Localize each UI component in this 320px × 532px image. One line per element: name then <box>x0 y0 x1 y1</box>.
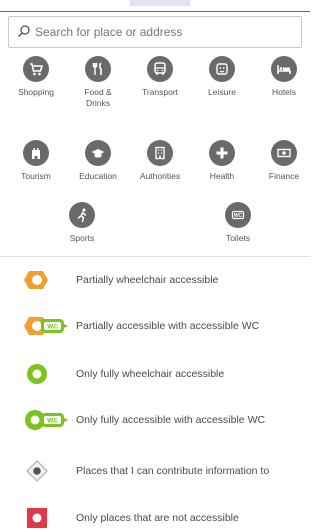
runner-icon-circle <box>69 202 95 228</box>
castle-icon <box>32 148 40 159</box>
bus-icon <box>154 62 166 75</box>
building-icon-circle <box>147 140 173 166</box>
category-sports[interactable]: Sports <box>51 202 113 244</box>
category-label: Shopping <box>18 87 54 97</box>
top-bar <box>0 0 310 12</box>
shopping-cart-icon <box>30 63 44 76</box>
category-label: Food & Drinks <box>84 87 112 108</box>
cutlery-icon-circle <box>85 56 111 82</box>
category-hotels[interactable]: Hotels <box>253 56 315 98</box>
bus-icon-circle <box>147 56 173 82</box>
category-label: Hotels <box>271 87 297 97</box>
top-strip <box>130 0 190 6</box>
filter-label: Partially accessible with accessible WC <box>76 319 260 332</box>
category-label: Tourism <box>21 171 51 181</box>
category-food-drinks[interactable]: Food & Drinks <box>67 56 129 109</box>
category-label: Sports <box>69 233 95 243</box>
svg-text:WC: WC <box>234 213 243 219</box>
search-box[interactable] <box>8 16 302 48</box>
theater-icon-circle <box>209 56 235 82</box>
partial-marker-icon <box>24 271 48 289</box>
search-input[interactable] <box>35 25 275 39</box>
top-accent-line <box>0 11 310 12</box>
filter-fully-accessible[interactable]: Only fully wheelchair accessible <box>0 362 310 386</box>
filter-label: Only fully accessible with accessible WC <box>76 413 266 426</box>
category-label: Health <box>209 171 235 181</box>
full-wc-marker-icon: WC <box>25 410 68 430</box>
filter-label: Places that I can contribute information… <box>76 464 270 477</box>
unknown-marker-icon <box>26 460 48 482</box>
category-label: Authorities <box>139 171 181 181</box>
cutlery-icon <box>92 62 102 75</box>
category-label: Finance <box>268 171 300 181</box>
divider <box>0 256 310 257</box>
filter-label: Only fully wheelchair accessible <box>76 367 225 380</box>
category-label: Leisure <box>208 87 236 97</box>
plus-icon-circle <box>209 140 235 166</box>
building-icon <box>155 146 165 160</box>
bed-icon <box>277 65 291 74</box>
filter-label: Partially wheelchair accessible <box>76 273 219 286</box>
wc-icon: WC <box>231 210 245 220</box>
category-toilets[interactable]: WC Toilets <box>207 202 269 244</box>
partial-wc-marker-icon: WC <box>24 317 68 335</box>
not-accessible-marker-icon <box>27 508 47 528</box>
plus-icon <box>216 147 228 159</box>
bed-icon-circle <box>271 56 297 82</box>
graduation-cap-icon <box>91 149 105 158</box>
wc-icon-circle: WC <box>225 202 251 228</box>
category-label: Education <box>79 171 117 181</box>
category-label: Transport <box>141 87 179 97</box>
banknote-icon-circle <box>271 140 297 166</box>
svg-text:WC: WC <box>47 324 58 331</box>
shopping-cart-icon-circle <box>23 56 49 82</box>
category-finance[interactable]: Finance <box>253 140 315 182</box>
graduation-cap-icon-circle <box>85 140 111 166</box>
filter-not-accessible[interactable]: Only places that are not accessible <box>0 506 310 530</box>
category-transport[interactable]: Transport <box>129 56 191 98</box>
runner-icon <box>77 208 87 223</box>
filter-label: Only places that are not accessible <box>76 511 239 524</box>
category-education[interactable]: Education <box>67 140 129 182</box>
category-tourism[interactable]: Tourism <box>5 140 67 182</box>
category-leisure[interactable]: Leisure <box>191 56 253 98</box>
filter-fully-accessible-wc[interactable]: WC Only fully accessible with accessible… <box>0 408 310 432</box>
category-shopping[interactable]: Shopping <box>5 56 67 98</box>
castle-icon-circle <box>23 140 49 166</box>
theater-icon <box>216 63 228 75</box>
filter-partially-accessible-wc[interactable]: WC Partially accessible with accessible … <box>0 314 310 338</box>
filter-unknown-contribute[interactable]: Places that I can contribute information… <box>0 456 310 486</box>
category-health[interactable]: Health <box>191 140 253 182</box>
category-authorities[interactable]: Authorities <box>129 140 191 182</box>
search-icon <box>17 25 30 38</box>
category-label: Toilets <box>225 233 251 243</box>
filter-partially-accessible[interactable]: Partially wheelchair accessible <box>0 268 310 292</box>
banknote-icon <box>277 148 291 158</box>
svg-text:WC: WC <box>47 418 58 425</box>
full-marker-icon <box>27 364 47 384</box>
